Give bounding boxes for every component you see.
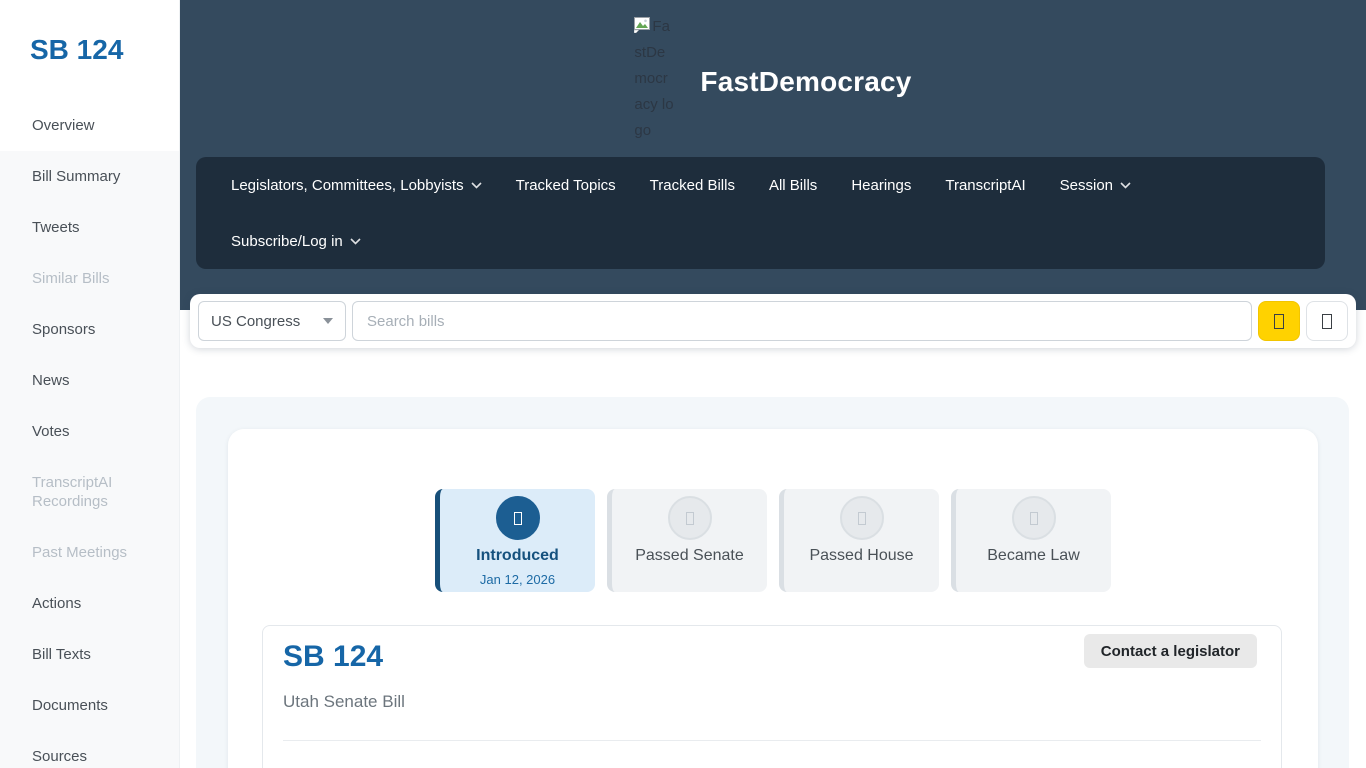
bookmark-icon (1322, 314, 1332, 329)
became-law-icon (1030, 512, 1038, 525)
header: FastDemocracy logo FastDemocracy Legisla… (180, 0, 1366, 310)
divider (283, 740, 1261, 741)
broken-logo-image: FastDemocracy logo (634, 14, 674, 144)
step-circle (1012, 496, 1056, 540)
nav-row-1: Legislators, Committees, Lobbyists Track… (231, 157, 1325, 213)
sidebar-bill-title: SB 124 (30, 34, 179, 66)
broken-image-icon (634, 17, 650, 33)
bill-overview-card: Introduced Jan 12, 2026 Passed Senate Pa… (228, 429, 1318, 768)
sidebar-item-tweets[interactable]: Tweets (0, 202, 179, 253)
progress-step-introduced: Introduced Jan 12, 2026 (435, 489, 595, 592)
nav-subscribe-login[interactable]: Subscribe/Log in (231, 233, 361, 250)
bill-type-text: Utah Senate Bill (283, 692, 1261, 712)
bill-progress-tracker: Introduced Jan 12, 2026 Passed Senate Pa… (228, 429, 1318, 592)
main-content: Introduced Jan 12, 2026 Passed Senate Pa… (196, 397, 1349, 768)
step-circle (668, 496, 712, 540)
jurisdiction-selected-value: US Congress (211, 313, 300, 330)
search-button[interactable] (1258, 301, 1300, 341)
sidebar-item-past-meetings: Past Meetings (0, 527, 179, 578)
sidebar-item-sponsors[interactable]: Sponsors (0, 304, 179, 355)
logo-alt-text: FastDemocracy logo (634, 18, 673, 139)
passed-house-icon (858, 512, 866, 525)
sidebar-item-votes[interactable]: Votes (0, 406, 179, 457)
nav-transcriptai[interactable]: TranscriptAI (945, 177, 1025, 194)
nav-row-2: Subscribe/Log in (231, 213, 1325, 269)
progress-step-passed-senate: Passed Senate (607, 489, 767, 592)
brand-title-link[interactable]: FastDemocracy (700, 66, 911, 98)
sidebar: SB 124 Overview Bill Summary Tweets Simi… (0, 0, 180, 768)
select-caret-icon (323, 318, 333, 324)
sidebar-item-transcriptai-recordings: TranscriptAI Recordings (0, 457, 179, 527)
sidebar-item-overview[interactable]: Overview (0, 100, 179, 151)
nav-tracked-topics[interactable]: Tracked Topics (516, 177, 616, 194)
step-circle (840, 496, 884, 540)
introduced-date: Jan 12, 2026 (480, 572, 555, 587)
search-icon (1274, 314, 1284, 329)
sidebar-nav: Overview Bill Summary Tweets Similar Bil… (0, 100, 179, 768)
sidebar-item-bill-summary[interactable]: Bill Summary (0, 151, 179, 202)
nav-hearings[interactable]: Hearings (851, 177, 911, 194)
sidebar-header: SB 124 (0, 0, 179, 100)
chevron-down-icon (471, 182, 482, 189)
sidebar-item-similar-bills: Similar Bills (0, 253, 179, 304)
main-nav: Legislators, Committees, Lobbyists Track… (196, 157, 1325, 269)
passed-senate-icon (686, 512, 694, 525)
progress-step-became-law: Became Law (951, 489, 1111, 592)
sidebar-item-bill-texts[interactable]: Bill Texts (0, 629, 179, 680)
search-input[interactable] (352, 301, 1252, 341)
chevron-down-icon (1120, 182, 1131, 189)
nav-session[interactable]: Session (1060, 177, 1131, 194)
bill-details-card: SB 124 Utah Senate Bill Contact a legisl… (262, 625, 1282, 768)
nav-all-bills[interactable]: All Bills (769, 177, 817, 194)
jurisdiction-select[interactable]: US Congress (198, 301, 346, 341)
sidebar-item-sources[interactable]: Sources (0, 731, 179, 768)
contact-legislator-button[interactable]: Contact a legislator (1084, 634, 1257, 668)
nav-tracked-bills[interactable]: Tracked Bills (650, 177, 735, 194)
chevron-down-icon (350, 238, 361, 245)
bookmark-button[interactable] (1306, 301, 1348, 341)
sidebar-item-news[interactable]: News (0, 355, 179, 406)
search-bar: US Congress (190, 294, 1356, 348)
progress-step-passed-house: Passed House (779, 489, 939, 592)
nav-legislators-committees-lobbyists[interactable]: Legislators, Committees, Lobbyists (231, 177, 482, 194)
step-circle (496, 496, 540, 540)
sidebar-item-actions[interactable]: Actions (0, 578, 179, 629)
introduced-icon (514, 512, 522, 525)
sidebar-item-documents[interactable]: Documents (0, 680, 179, 731)
brand: FastDemocracy logo FastDemocracy (180, 14, 1366, 144)
